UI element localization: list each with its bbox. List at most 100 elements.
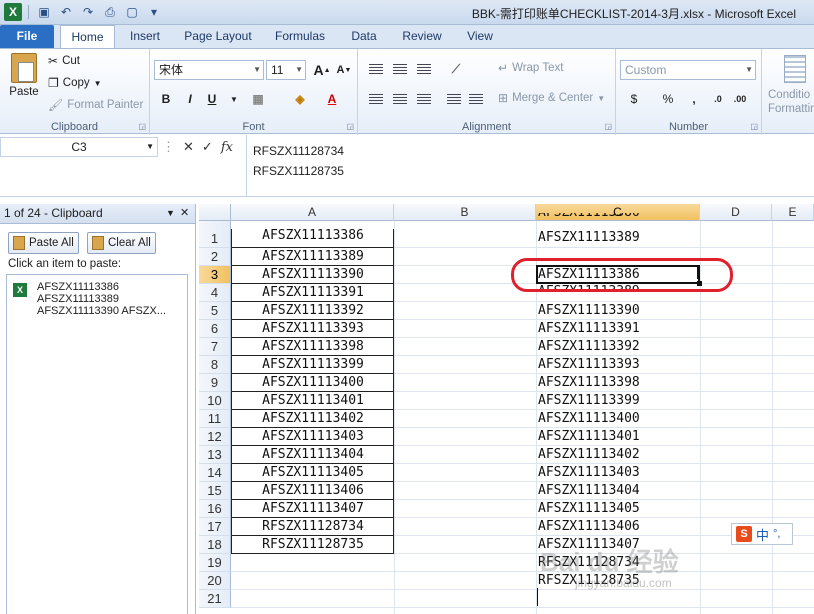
column-header-e[interactable]: E xyxy=(772,204,814,221)
formula-input[interactable]: RFSZX11128734 RFSZX11128735 xyxy=(246,135,814,197)
row-header[interactable]: 7 xyxy=(199,338,231,356)
row-header[interactable]: 12 xyxy=(199,428,231,446)
font-color-icon[interactable]: A xyxy=(322,89,342,109)
bold-button[interactable]: B xyxy=(156,89,176,109)
select-all-corner[interactable] xyxy=(199,204,231,221)
format-painter-button[interactable]: 🖌 Format Painter xyxy=(48,98,143,112)
dialog-launcher-icon[interactable]: ◲ xyxy=(604,122,612,131)
row-header[interactable]: 15 xyxy=(199,482,231,500)
clear-all-button[interactable]: Clear All xyxy=(87,232,156,254)
tab-formulas[interactable]: Formulas xyxy=(268,25,332,48)
chevron-down-icon[interactable]: ▼ xyxy=(295,61,303,79)
paste-button[interactable]: Paste xyxy=(6,53,42,98)
comma-button[interactable]: , xyxy=(684,89,704,109)
chevron-down-icon[interactable]: ▼ xyxy=(253,61,261,79)
row-header[interactable]: 20 xyxy=(199,572,231,590)
wrap-text-button[interactable]: ↵ Wrap Text xyxy=(498,61,563,75)
pane-options-icon[interactable]: ▼ xyxy=(166,204,175,223)
row-header[interactable]: 17 xyxy=(199,518,231,536)
top-align-icon[interactable] xyxy=(366,59,386,79)
borders-icon[interactable]: ▦ xyxy=(248,89,268,109)
conditional-formatting-label-1[interactable]: Conditio xyxy=(768,89,810,101)
paste-all-button[interactable]: Paste All xyxy=(8,232,79,254)
row-header[interactable]: 4 xyxy=(199,284,231,302)
name-box[interactable]: C3 ▼ xyxy=(0,137,158,157)
chevron-down-icon[interactable]: ▼ xyxy=(745,61,753,79)
font-name-combo[interactable]: 宋体 ▼ xyxy=(154,60,264,80)
close-icon[interactable]: ✕ xyxy=(180,204,189,223)
tab-insert[interactable]: Insert xyxy=(122,25,168,48)
insert-function-icon[interactable]: fx xyxy=(221,140,233,155)
excel-logo-icon[interactable]: X xyxy=(4,3,22,21)
decrease-decimal-icon[interactable]: .00 xyxy=(730,89,750,109)
align-right-icon[interactable] xyxy=(414,89,434,109)
tab-view[interactable]: View xyxy=(458,25,502,48)
row-header[interactable]: 3 xyxy=(199,266,231,284)
align-left-icon[interactable] xyxy=(366,89,386,109)
cell-c[interactable]: AFSZX11113391 xyxy=(537,321,699,336)
cell-c[interactable]: AFSZX11113389 xyxy=(537,230,699,245)
cell-c[interactable]: AFSZX11113406 xyxy=(537,519,699,534)
column-header-b[interactable]: B xyxy=(394,204,536,221)
increase-indent-icon[interactable] xyxy=(466,89,486,109)
ime-toolbar[interactable]: S 中 °, xyxy=(731,523,793,545)
dialog-launcher-icon[interactable]: ◲ xyxy=(750,122,758,131)
tab-home[interactable]: Home xyxy=(60,25,115,48)
customize-qat-icon[interactable]: ▾ xyxy=(145,3,163,21)
number-format-combo[interactable]: Custom ▼ xyxy=(620,60,756,80)
cell-c[interactable]: AFSZX11113392 xyxy=(537,339,699,354)
cell-c[interactable]: AFSZX11113393 xyxy=(537,357,699,372)
cell-c[interactable]: AFSZX11113404 xyxy=(537,483,699,498)
new-document-icon[interactable]: ▢ xyxy=(123,3,141,21)
print-preview-icon[interactable]: ⎙ xyxy=(101,3,119,21)
redo-icon[interactable]: ↷ xyxy=(79,3,97,21)
dialog-launcher-icon[interactable]: ◲ xyxy=(346,122,354,131)
row-header[interactable]: 16 xyxy=(199,500,231,518)
chevron-down-icon[interactable]: ▼ xyxy=(146,138,154,156)
italic-button[interactable]: I xyxy=(180,89,200,109)
underline-dropdown-icon[interactable]: ▼ xyxy=(224,89,244,109)
middle-align-icon[interactable] xyxy=(390,59,410,79)
cancel-icon[interactable]: ✕ xyxy=(183,139,194,155)
cell-c[interactable]: AFSZX11113405 xyxy=(537,501,699,516)
column-header-a[interactable]: A xyxy=(231,204,394,221)
align-center-icon[interactable] xyxy=(390,89,410,109)
cell-c[interactable]: AFSZX11113401 xyxy=(537,429,699,444)
underline-button[interactable]: U xyxy=(202,89,222,109)
currency-button[interactable]: $ xyxy=(624,89,644,109)
conditional-formatting-label-2[interactable]: Formattin xyxy=(768,103,814,115)
tab-data[interactable]: Data xyxy=(342,25,386,48)
row-header[interactable]: 6 xyxy=(199,320,231,338)
decrease-indent-icon[interactable] xyxy=(444,89,464,109)
font-size-combo[interactable]: 11 ▼ xyxy=(266,60,306,80)
row-header[interactable]: 21 xyxy=(199,590,231,608)
cell-c[interactable]: AFSZX11113403 xyxy=(537,465,699,480)
cell-c[interactable]: AFSZX11113400 xyxy=(537,411,699,426)
shrink-font-button[interactable]: A ▼ xyxy=(334,60,354,80)
row-header[interactable]: 8 xyxy=(199,356,231,374)
cell-c[interactable]: AFSZX11113399 xyxy=(537,393,699,408)
copy-button[interactable]: ❐ Copy ▼ xyxy=(48,76,102,90)
row-header[interactable]: 2 xyxy=(199,248,231,266)
row-header[interactable]: 14 xyxy=(199,464,231,482)
cell-c[interactable]: AFSZX11113398 xyxy=(537,375,699,390)
tab-file[interactable]: File xyxy=(0,25,54,48)
cell-c-partial[interactable]: AFSZX11113386 xyxy=(537,213,699,222)
column-header-d[interactable]: D xyxy=(700,204,772,221)
worksheet-grid[interactable]: A B C D E 1 2 3 4 5 6 7 8 9 10 11 12 13 14 15 16 17 18 19 2… xyxy=(199,204,814,614)
cell-c[interactable]: AFSZX11113390 xyxy=(537,303,699,318)
tab-review[interactable]: Review xyxy=(396,25,448,48)
conditional-formatting-icon[interactable] xyxy=(784,55,806,83)
row-header[interactable]: 9 xyxy=(199,374,231,392)
orientation-icon[interactable]: ⟋ xyxy=(446,59,466,79)
row-header[interactable]: 1 xyxy=(199,221,231,248)
row-header[interactable]: 5 xyxy=(199,302,231,320)
increase-decimal-icon[interactable]: .0 xyxy=(708,89,728,109)
cut-button[interactable]: ✂ Cut xyxy=(48,54,80,68)
fill-color-icon[interactable]: ◈ xyxy=(290,89,310,109)
row-header[interactable]: 18 xyxy=(199,536,231,554)
save-icon[interactable]: ▣ xyxy=(35,3,53,21)
percent-button[interactable]: % xyxy=(658,89,678,109)
row-header[interactable]: 11 xyxy=(199,410,231,428)
undo-icon[interactable]: ↶ xyxy=(57,3,75,21)
